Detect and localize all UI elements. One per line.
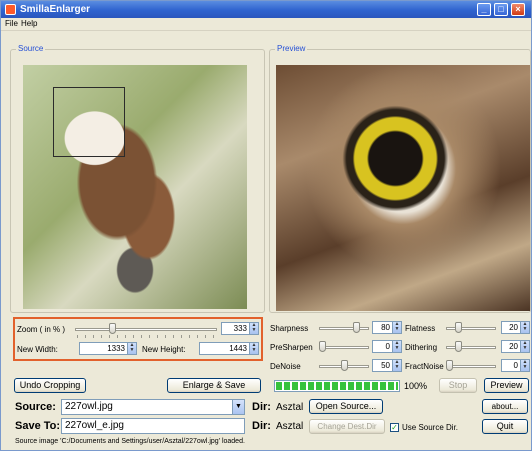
about-button[interactable]: about... xyxy=(482,399,528,414)
fractnoise-slider[interactable] xyxy=(446,365,496,368)
presharpen-slider-thumb[interactable] xyxy=(319,341,326,352)
flatness-label: Flatness xyxy=(405,324,436,333)
zoom-ticks xyxy=(77,335,215,338)
fractnoise-spinbox[interactable]: 0 ▲ ▼ xyxy=(501,359,530,372)
save-to-value: 227owl_e.jpg xyxy=(65,420,124,431)
maximize-icon[interactable]: □ xyxy=(494,3,508,16)
sharpness-value: 80 xyxy=(381,323,390,332)
source-value: 227owl.jpg xyxy=(65,401,113,412)
checkbox-check-icon[interactable]: ✓ xyxy=(390,423,399,432)
spin-arrows-icon[interactable]: ▲ ▼ xyxy=(392,322,401,333)
spin-arrows-icon[interactable]: ▲ ▼ xyxy=(520,322,529,333)
progress-fill xyxy=(276,382,398,390)
save-to-label: Save To: xyxy=(15,420,61,432)
close-icon[interactable]: × xyxy=(511,3,525,16)
save-to-field[interactable]: 227owl_e.jpg xyxy=(61,418,245,434)
app-icon xyxy=(5,4,16,15)
flatness-slider[interactable] xyxy=(446,327,496,330)
flatness-slider-thumb[interactable] xyxy=(454,322,462,333)
spin-arrows-icon[interactable]: ▲ ▼ xyxy=(392,360,401,371)
spin-arrows-icon[interactable]: ▲ ▼ xyxy=(249,343,258,354)
zoom-slider-thumb[interactable] xyxy=(108,323,116,334)
zoom-value: 333 xyxy=(233,324,247,333)
dithering-value: 20 xyxy=(509,342,518,351)
sharpness-label: Sharpness xyxy=(270,324,309,333)
denoise-slider-thumb[interactable] xyxy=(340,360,348,371)
change-dest-dir-button[interactable]: Change Dest.Dir xyxy=(309,419,385,434)
fractnoise-slider-thumb[interactable] xyxy=(446,360,453,371)
minimize-icon[interactable]: _ xyxy=(477,3,491,16)
zoom-slider[interactable] xyxy=(75,328,217,331)
spin-arrows-icon[interactable]: ▲ ▼ xyxy=(520,341,529,352)
presharpen-label: PreSharpen xyxy=(270,343,313,352)
progress-bar xyxy=(274,380,400,392)
open-source-button[interactable]: Open Source... xyxy=(309,399,383,414)
title-bar[interactable]: SmillaEnlarger _ □ × xyxy=(1,1,531,18)
stop-button[interactable]: Stop xyxy=(439,378,477,393)
dithering-slider[interactable] xyxy=(446,346,496,349)
source-image[interactable] xyxy=(23,65,247,309)
new-width-value: 1333 xyxy=(107,344,125,353)
new-height-value: 1443 xyxy=(229,344,247,353)
preview-button[interactable]: Preview xyxy=(484,378,529,393)
flatness-value: 20 xyxy=(509,323,518,332)
spin-arrows-icon[interactable]: ▲ ▼ xyxy=(392,341,401,352)
source-combo[interactable]: 227owl.jpg ▼ xyxy=(61,399,245,415)
preview-image[interactable] xyxy=(276,65,530,311)
status-text: Source image 'C:/Documents and Settings/… xyxy=(15,438,245,445)
new-height-spinbox[interactable]: 1443 ▲ ▼ xyxy=(199,342,259,355)
denoise-label: DeNoise xyxy=(270,362,301,371)
crop-rectangle[interactable] xyxy=(53,87,125,157)
window-title: SmillaEnlarger xyxy=(20,4,91,15)
dithering-label: Dithering xyxy=(405,343,438,352)
sharpness-slider[interactable] xyxy=(319,327,369,330)
zoom-spinbox[interactable]: 333 ▲ ▼ xyxy=(221,322,259,335)
spin-arrows-icon[interactable]: ▲ ▼ xyxy=(520,360,529,371)
presharpen-value: 0 xyxy=(385,342,390,351)
use-source-dir-label: Use Source Dir. xyxy=(402,423,459,432)
dithering-spinbox[interactable]: 20 ▲ ▼ xyxy=(501,340,530,353)
presharpen-slider[interactable] xyxy=(319,346,369,349)
fractnoise-label: FractNoise xyxy=(405,362,444,371)
spin-arrows-icon[interactable]: ▲ ▼ xyxy=(127,343,136,354)
zoom-label: Zoom ( in % ) xyxy=(17,325,66,334)
app-window: SmillaEnlarger _ □ × File Help Source Pr… xyxy=(0,0,532,451)
spin-arrows-icon[interactable]: ▲ ▼ xyxy=(249,323,258,334)
source-label: Source: xyxy=(15,401,56,413)
menu-file[interactable]: File xyxy=(5,19,18,28)
menu-help[interactable]: Help xyxy=(21,19,37,28)
undo-cropping-button[interactable]: Undo Cropping xyxy=(14,378,86,393)
source-group-title: Source xyxy=(16,44,46,53)
new-width-spinbox[interactable]: 1333 ▲ ▼ xyxy=(79,342,137,355)
dithering-slider-thumb[interactable] xyxy=(454,341,462,352)
denoise-value: 50 xyxy=(381,361,390,370)
dropdown-arrow-icon[interactable]: ▼ xyxy=(232,400,244,414)
quit-button[interactable]: Quit xyxy=(482,419,528,434)
denoise-spinbox[interactable]: 50 ▲ ▼ xyxy=(372,359,402,372)
new-height-label: New Height: xyxy=(142,345,186,354)
save-dir-label: Dir: xyxy=(252,420,271,432)
sharpness-slider-thumb[interactable] xyxy=(353,322,361,333)
presharpen-spinbox[interactable]: 0 ▲ ▼ xyxy=(372,340,402,353)
save-dir-value: Asztal xyxy=(276,421,304,432)
menu-bar: File Help xyxy=(1,18,531,31)
source-dir-label: Dir: xyxy=(252,401,271,413)
new-width-label: New Width: xyxy=(17,345,58,354)
preview-group-title: Preview xyxy=(275,44,308,53)
enlarge-save-button[interactable]: Enlarge & Save xyxy=(167,378,261,393)
progress-percent: 100% xyxy=(404,381,428,391)
source-dir-value: Asztal xyxy=(276,402,304,413)
sharpness-spinbox[interactable]: 80 ▲ ▼ xyxy=(372,321,402,334)
fractnoise-value: 0 xyxy=(513,361,518,370)
flatness-spinbox[interactable]: 20 ▲ ▼ xyxy=(501,321,530,334)
